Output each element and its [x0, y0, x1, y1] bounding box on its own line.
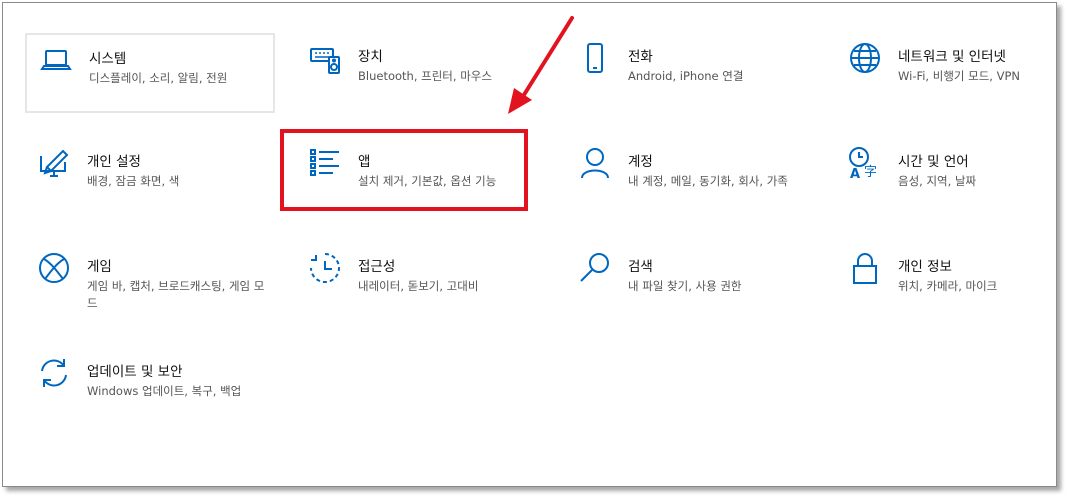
tile-description: 배경, 잠금 화면, 색: [87, 174, 180, 188]
settings-tile-system[interactable]: 시스템 디스플레이, 소리, 알림, 전원: [25, 33, 275, 113]
tile-title: 개인 설정: [87, 154, 141, 170]
tile-description: Android, iPhone 연결: [628, 69, 744, 83]
tile-description: Bluetooth, 프린터, 마우스: [358, 69, 492, 83]
pen-monitor-icon: [37, 146, 71, 180]
svg-text:字: 字: [864, 165, 877, 180]
settings-tile-devices[interactable]: 장치 Bluetooth, 프린터, 마우스: [296, 33, 546, 113]
tile-title: 계정: [628, 154, 653, 170]
lock-icon: [848, 251, 882, 285]
keyboard-speaker-icon: [308, 41, 342, 75]
tile-title: 게임: [87, 259, 112, 275]
settings-tile-phone[interactable]: 전화 Android, iPhone 연결: [566, 33, 816, 113]
tile-description: Wi-Fi, 비행기 모드, VPN: [898, 69, 1021, 83]
tile-description: 내 파일 찾기, 사용 권한: [628, 279, 742, 293]
settings-tile-accounts[interactable]: 계정 내 계정, 메일, 동기화, 회사, 가족: [566, 138, 816, 218]
settings-tile-privacy[interactable]: 개인 정보 위치, 카메라, 마이크: [836, 243, 1067, 323]
phone-icon: [578, 41, 612, 75]
svg-text:A: A: [850, 167, 860, 180]
person-icon: [578, 146, 612, 180]
tile-description: 디스플레이, 소리, 알림, 전원: [89, 71, 228, 85]
settings-tile-gaming[interactable]: 게임 게임 바, 캡처, 브로드캐스팅, 게임 모드: [25, 243, 275, 323]
tile-description: 내 계정, 메일, 동기화, 회사, 가족: [628, 174, 788, 188]
settings-tile-ease-of-access[interactable]: 접근성 내레이터, 돋보기, 고대비: [296, 243, 546, 323]
time-language-icon: A 字: [848, 146, 882, 180]
ease-of-access-icon: [308, 251, 342, 285]
settings-tile-time-language[interactable]: A 字 시간 및 언어 음성, 지역, 날짜: [836, 138, 1067, 218]
tile-title: 검색: [628, 259, 653, 275]
tile-description: 내레이터, 돋보기, 고대비: [358, 279, 479, 293]
highlight-box: [280, 129, 528, 211]
tile-title: 시스템: [89, 51, 127, 67]
tile-title: 장치: [358, 49, 383, 65]
tile-description: 게임 바, 캡처, 브로드캐스팅, 게임 모드: [87, 279, 265, 310]
tile-description: Windows 업데이트, 복구, 백업: [87, 384, 242, 398]
tile-title: 개인 정보: [898, 259, 952, 275]
settings-tile-network[interactable]: 네트워크 및 인터넷 Wi-Fi, 비행기 모드, VPN: [836, 33, 1067, 113]
tile-title: 전화: [628, 49, 653, 65]
search-icon: [578, 251, 612, 285]
tile-title: 네트워크 및 인터넷: [898, 49, 1006, 65]
tile-description: 위치, 카메라, 마이크: [898, 279, 998, 293]
settings-tile-search[interactable]: 검색 내 파일 찾기, 사용 권한: [566, 243, 816, 323]
xbox-icon: [37, 251, 71, 285]
tile-title: 접근성: [358, 259, 396, 275]
laptop-icon: [39, 43, 73, 77]
tile-description: 음성, 지역, 날짜: [898, 174, 977, 188]
tile-title: 시간 및 언어: [898, 154, 969, 170]
settings-tile-personalization[interactable]: 개인 설정 배경, 잠금 화면, 색: [25, 138, 275, 218]
tile-title: 업데이트 및 보안: [87, 364, 183, 380]
settings-tile-update-security[interactable]: 업데이트 및 보안 Windows 업데이트, 복구, 백업: [25, 348, 275, 428]
sync-icon: [37, 356, 71, 390]
globe-icon: [848, 41, 882, 75]
